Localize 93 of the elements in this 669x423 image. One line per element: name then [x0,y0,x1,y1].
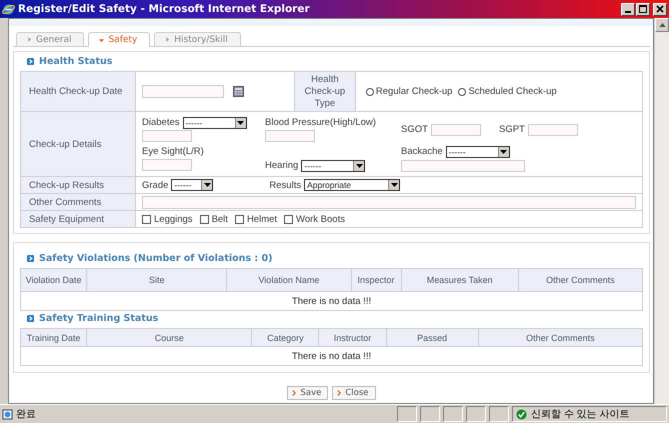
radio-label: Scheduled Check-up [468,86,557,97]
browser-icon [2,2,15,16]
column-header: Other Comments [518,268,642,292]
column-header: Instructor [318,328,386,346]
section-title: Safety Violations (Number of Violations : 0) [39,253,272,264]
window-title: Register/Edit Safety - Microsoft Internet Explorer [18,3,311,15]
maximize-button[interactable] [636,2,650,16]
checkbox[interactable] [142,214,151,224]
input-field[interactable] [430,124,481,136]
input-field[interactable] [142,85,224,98]
bullet-icon [27,315,34,322]
section-title: Health Status [39,56,112,67]
row-label: Other Comments [20,194,136,210]
column-header: Training Date [20,328,87,346]
column-header: Inspector [351,268,402,292]
input-field[interactable] [142,130,192,142]
column-header: Passed [386,328,478,346]
caret-icon [390,183,398,187]
checkbox[interactable] [200,214,209,224]
empty-message: There is no data !!! [20,346,642,366]
calendar-icon[interactable] [233,86,244,97]
row-label: Health Check-up Type [294,72,356,112]
field-label: Grade [142,180,168,190]
row-label: Check-up Results [20,176,136,194]
status-pane [397,406,417,422]
dropdown[interactable]: ------ [182,116,246,128]
status-pane [489,406,509,422]
checkbox[interactable] [284,214,294,224]
dropdown[interactable]: ------ [301,160,366,172]
column-header: Measures Taken [401,268,518,292]
maximize-icon [638,4,648,14]
dropdown[interactable]: ------ [171,179,214,191]
caret-icon [237,120,244,124]
field-label: Diabetes [142,117,180,128]
close-icon [655,4,665,14]
close-button[interactable] [653,2,667,16]
field-label: Hearing [265,160,298,171]
empty-message: There is no data !!! [20,292,642,310]
bullet-icon [27,58,34,65]
radio-button[interactable] [366,88,374,96]
triangle-icon [165,37,170,42]
column-header: Site [86,268,227,292]
field-label: Eye Sight(L/R) [142,146,204,156]
row-label: Safety Equipment [20,210,136,228]
checkbox-label: Leggings [154,214,193,224]
dropdown[interactable]: ------ [446,146,510,158]
scrollbar[interactable] [654,18,669,404]
row-label: Health Check-up Date [20,72,136,112]
input-field[interactable] [401,160,525,172]
checkbox-label: Belt [212,214,228,224]
action-button[interactable]: Save [287,386,328,400]
status-pane [466,406,486,422]
section-title: Safety Training Status [39,313,158,324]
chevron-icon [337,390,342,396]
caret-icon [204,183,211,187]
radio-label: Regular Check-up [376,86,452,97]
minimize-icon [625,11,631,13]
field-label: Blood Pressure(High/Low) [265,116,376,128]
radio-button[interactable] [458,88,466,96]
field-label: Backache [401,146,443,157]
row-label: Check-up Details [20,112,136,176]
minimize-button[interactable] [621,2,635,16]
check-icon [516,408,527,420]
input-field[interactable] [528,124,578,136]
page-icon [2,408,13,420]
field-label: SGPT [499,124,525,134]
caret-icon [356,164,363,168]
input-field[interactable] [265,130,315,142]
field-label: Results [269,180,302,190]
action-button[interactable]: Close [332,386,376,400]
security-zone-text: 신뢰할 수 있는 사이트 [531,408,630,421]
up-arrow-icon [658,23,666,27]
status-pane [443,406,463,422]
chevron-icon [292,390,296,396]
input-field[interactable] [142,196,636,208]
triangle-icon [99,38,104,42]
field-label: SGOT [401,124,428,134]
bullet-icon [27,255,34,262]
caret-icon [500,150,508,154]
triangle-icon [27,37,32,42]
input-field[interactable] [142,158,192,170]
column-header: Course [86,328,252,346]
column-header: Violation Date [20,268,87,292]
column-header: Other Comments [478,328,642,346]
column-header: Category [252,328,319,346]
checkbox[interactable] [234,214,244,224]
column-header: Violation Name [226,268,351,292]
scroll-up-button[interactable] [655,18,669,32]
checkbox-label: Helmet [246,214,278,224]
status-pane [420,406,440,422]
checkbox-label: Work Boots [296,214,345,224]
dropdown[interactable]: Appropriate [304,179,400,191]
status-text: 완료 [16,408,36,421]
